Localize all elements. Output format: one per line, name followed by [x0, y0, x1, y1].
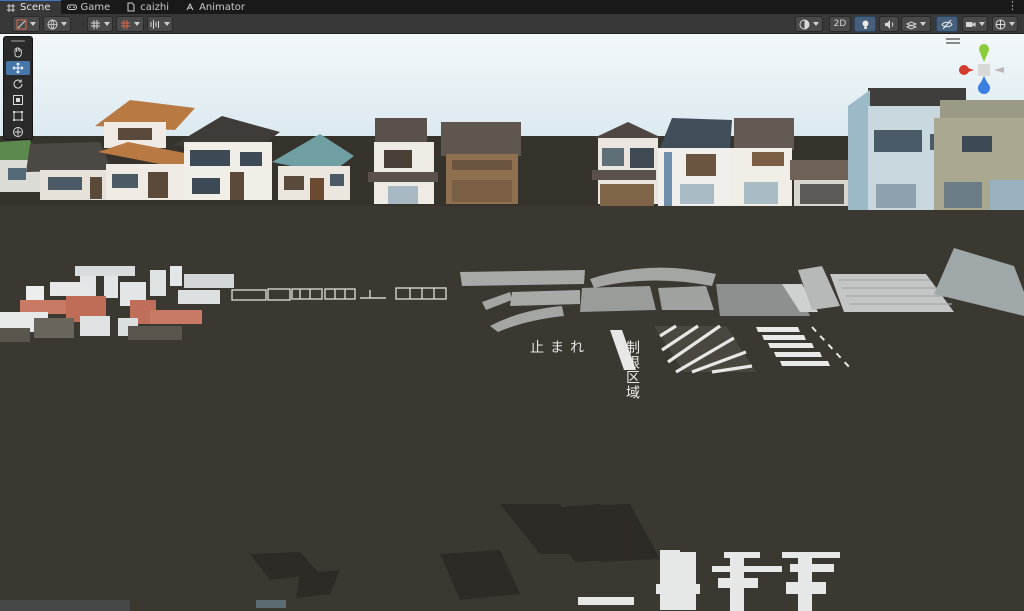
- tool-handle-position-dropdown[interactable]: [12, 16, 40, 32]
- editor-tab-bar: Scene Game caizhi Animator ⋮: [0, 0, 1024, 14]
- grid-snap-icon: [91, 19, 100, 29]
- more-vertical-icon[interactable]: ⋮: [1007, 0, 1024, 14]
- chevron-down-icon: [813, 22, 819, 26]
- effects-dropdown[interactable]: [901, 16, 931, 32]
- house-small-brown-roof: [730, 118, 794, 206]
- 2d-toggle-button[interactable]: 2D: [829, 16, 851, 32]
- stop-marking-text: 止まれ: [530, 340, 590, 356]
- audio-effects-icon: [150, 19, 159, 29]
- gizmos-dropdown[interactable]: [992, 16, 1018, 32]
- tab-game[interactable]: Game: [61, 0, 121, 14]
- chevron-down-icon: [61, 22, 67, 26]
- palette-grip[interactable]: [11, 40, 25, 42]
- increment-snap-dropdown[interactable]: [116, 16, 144, 32]
- chevron-down-icon: [30, 22, 36, 26]
- tool-handle-position-icon: [16, 19, 27, 29]
- rotate-tool-button[interactable]: [6, 77, 30, 91]
- gizmo-neg-x-axis-icon[interactable]: [994, 67, 1004, 73]
- chevron-down-icon: [1009, 22, 1015, 26]
- move-tool-icon: [12, 62, 24, 74]
- house-blue-trim: [658, 118, 732, 206]
- scale-tool-icon: [13, 95, 23, 105]
- tab-label: Animator: [199, 1, 246, 13]
- shading-mode-dropdown[interactable]: [795, 16, 823, 32]
- camera-settings-dropdown[interactable]: [962, 16, 988, 32]
- gamepad-icon: [66, 4, 77, 10]
- chevron-down-icon: [134, 22, 140, 26]
- lighting-toggle-button[interactable]: [854, 16, 876, 32]
- shop-white-awning: [592, 122, 662, 206]
- chevron-down-icon: [920, 22, 926, 26]
- chevron-down-icon: [104, 22, 110, 26]
- tab-label: Game: [80, 1, 111, 13]
- document-icon: [127, 2, 135, 12]
- rect-tool-icon: [13, 111, 23, 121]
- audio-icon: [884, 19, 893, 29]
- scene-viewport[interactable]: 止まれ 制限区域: [0, 34, 1024, 611]
- camera-icon: [966, 21, 976, 27]
- tool-palette: [3, 36, 33, 140]
- lighting-icon: [862, 20, 868, 29]
- restricted-area-sign-text: 制限区域: [624, 340, 640, 400]
- transform-tool-button[interactable]: [6, 125, 30, 139]
- shop-brown: [441, 122, 521, 204]
- gizmo-grip[interactable]: [946, 38, 960, 40]
- rotate-tool-icon: [13, 79, 23, 89]
- tab-scene[interactable]: Scene: [0, 0, 61, 14]
- transform-tool-icon: [13, 127, 23, 137]
- shading-mode-icon: [799, 19, 810, 29]
- animator-icon: [186, 2, 194, 11]
- gizmos-icon: [995, 19, 1006, 29]
- rect-tool-button[interactable]: [6, 109, 30, 123]
- hidden-objects-toggle-button[interactable]: [936, 16, 958, 32]
- tab-label: Scene: [20, 2, 51, 13]
- scene-toolbar: 2D: [0, 14, 1024, 34]
- scene-render: 止まれ 制限区域: [0, 34, 1024, 611]
- tab-caizhi[interactable]: caizhi: [120, 0, 179, 14]
- hand-tool-icon: [14, 47, 22, 58]
- audio-toggle-button[interactable]: [879, 16, 899, 32]
- increment-snap-icon: [121, 19, 130, 29]
- chevron-down-icon: [164, 22, 170, 26]
- hidden-objects-icon: [941, 19, 953, 29]
- carport: [790, 160, 856, 206]
- tab-animator[interactable]: Animator: [179, 0, 255, 14]
- scene-grid-icon: [7, 3, 15, 12]
- global-local-icon: [47, 19, 58, 29]
- building-beige: [934, 100, 1024, 210]
- effects-icon: [906, 20, 917, 30]
- 2d-label: 2D: [833, 19, 847, 29]
- gizmo-center-cube[interactable]: [978, 64, 990, 76]
- hand-tool-button[interactable]: [6, 45, 30, 59]
- global-local-dropdown[interactable]: [43, 16, 71, 32]
- grid-snap-dropdown[interactable]: [87, 16, 113, 32]
- tab-label: caizhi: [140, 1, 170, 13]
- orientation-gizmo[interactable]: [946, 38, 1024, 108]
- move-tool-button[interactable]: [6, 61, 30, 75]
- chevron-down-icon: [979, 22, 985, 26]
- scale-tool-button[interactable]: [6, 93, 30, 107]
- audio-effects-dropdown[interactable]: [147, 16, 173, 32]
